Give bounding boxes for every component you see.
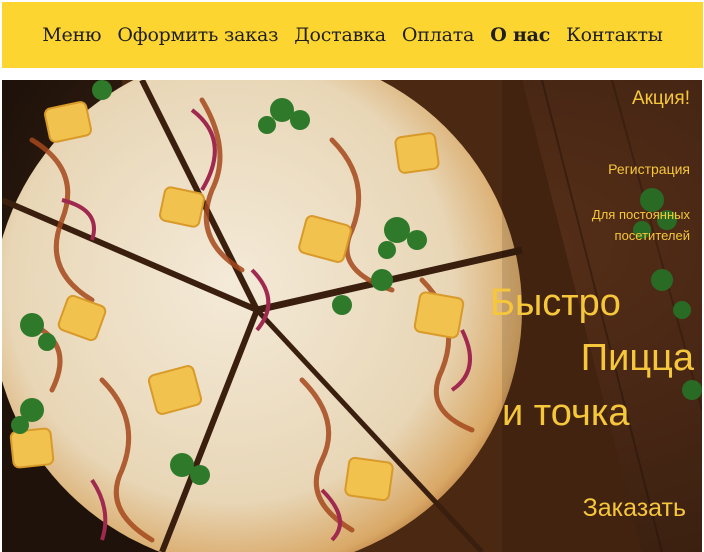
nav-link-contacts[interactable]: Контакты (566, 24, 663, 46)
top-navigation-bar: Меню Оформить заказ Доставка Оплата О на… (2, 2, 703, 68)
regular-customers-text: Для постоянных посетителей (540, 204, 690, 246)
slogan-line-1: Быстро (490, 282, 621, 324)
hero-banner: Акция! Регистрация Для постоянных посети… (2, 80, 702, 552)
registration-link[interactable]: Регистрация (608, 161, 690, 177)
order-button[interactable]: Заказать (583, 494, 686, 523)
hero-slogan: Быстро Пицца и точка (474, 276, 694, 441)
nav-link-payment[interactable]: Оплата (402, 24, 474, 46)
slogan-line-2: Пицца (580, 337, 694, 379)
regular-customers-line-1: Для постоянных (591, 207, 690, 222)
nav-link-order[interactable]: Оформить заказ (117, 24, 278, 46)
nav-link-menu[interactable]: Меню (42, 24, 101, 46)
nav-link-delivery[interactable]: Доставка (294, 24, 386, 46)
nav-link-about[interactable]: О нас (490, 24, 550, 46)
slogan-line-3: и точка (502, 392, 630, 434)
regular-customers-line-2: посетителей (614, 228, 690, 243)
promo-link[interactable]: Акция! (632, 88, 690, 110)
